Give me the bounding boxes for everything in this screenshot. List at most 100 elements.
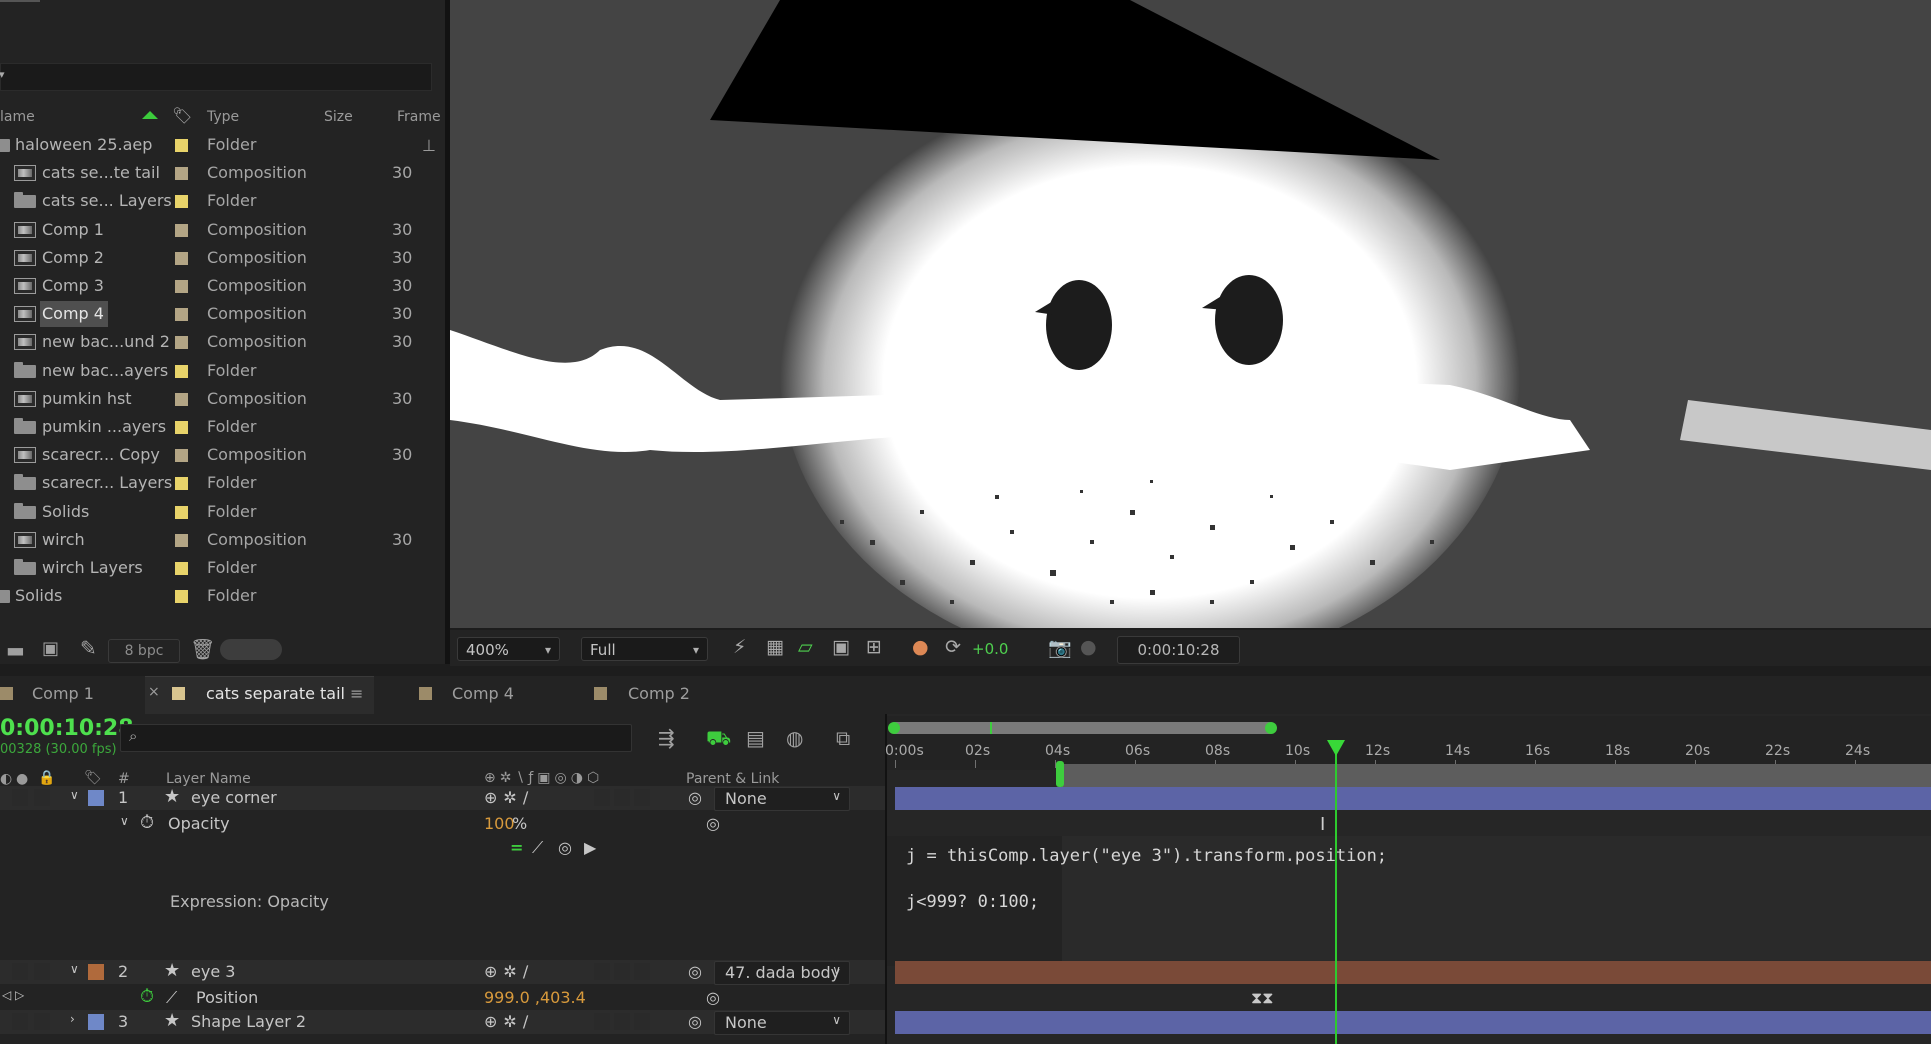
motion-blur-icon[interactable]: ◍ bbox=[786, 726, 803, 750]
label-color-swatch[interactable] bbox=[175, 449, 188, 463]
project-item[interactable]: wirch Composition 30 bbox=[0, 526, 415, 554]
position-value[interactable]: 999.0 ,403.4 bbox=[484, 988, 586, 1007]
project-item-name[interactable]: Solids bbox=[13, 583, 66, 609]
sort-ascending-icon[interactable] bbox=[142, 111, 158, 119]
project-item-name[interactable]: pumkin ...ayers bbox=[40, 414, 170, 440]
project-item-name[interactable]: pumkin hst bbox=[40, 386, 136, 412]
expression-line-2[interactable]: j<999? 0:100; bbox=[906, 892, 1039, 912]
resolution-dropdown[interactable]: Full ▾ bbox=[581, 637, 708, 661]
tab-menu-icon[interactable]: ≡ bbox=[350, 684, 363, 703]
grid-guides-icon[interactable]: ⊞ bbox=[866, 636, 882, 658]
pick-whip-icon[interactable]: ◎ bbox=[688, 788, 702, 807]
transparency-grid-icon[interactable]: ▦ bbox=[766, 636, 784, 658]
layer-switch-box[interactable] bbox=[614, 789, 630, 806]
label-color-swatch[interactable] bbox=[175, 336, 188, 350]
project-item[interactable]: Comp 2 Composition 30 bbox=[0, 244, 415, 272]
label-color-swatch[interactable] bbox=[175, 533, 188, 547]
layer-label-color[interactable] bbox=[88, 790, 104, 806]
label-color-swatch[interactable] bbox=[175, 505, 188, 519]
color-depth-button[interactable]: 8 bpc bbox=[108, 639, 180, 663]
zoom-dropdown[interactable]: 400% ▾ bbox=[457, 637, 560, 661]
chevron-down-icon[interactable]: ∨ bbox=[70, 962, 79, 976]
graph-icon[interactable]: ⟋ bbox=[166, 988, 177, 1008]
column-name[interactable]: lame bbox=[0, 109, 35, 125]
mask-path-icon[interactable]: ▱ bbox=[798, 636, 813, 658]
project-item[interactable]: scarecr... Layers Folder bbox=[0, 469, 415, 497]
layer-3-duration-bar[interactable] bbox=[895, 1011, 1931, 1034]
layer-search-input[interactable]: ⌕ bbox=[120, 724, 632, 752]
project-item[interactable]: Solids Folder bbox=[0, 582, 415, 610]
channels-icon[interactable]: ● bbox=[912, 636, 929, 658]
label-color-swatch[interactable] bbox=[175, 139, 188, 152]
work-area-range[interactable] bbox=[1056, 761, 1931, 790]
project-item-name[interactable]: Comp 3 bbox=[40, 273, 108, 299]
work-area-bar[interactable] bbox=[888, 722, 1277, 734]
current-time-indicator-line[interactable] bbox=[1335, 750, 1337, 1044]
enable-expression-icon[interactable]: = bbox=[510, 838, 523, 857]
layer-label-color[interactable] bbox=[88, 1014, 104, 1030]
layer-label-color[interactable] bbox=[88, 964, 104, 980]
layer-name[interactable]: eye corner bbox=[191, 788, 277, 807]
parent-dropdown[interactable]: None ∨ bbox=[714, 1011, 850, 1035]
trash-icon[interactable]: 🗑 bbox=[190, 637, 215, 661]
project-item-name[interactable]: cats se... Layers bbox=[40, 188, 176, 214]
project-item[interactable]: pumkin ...ayers Folder bbox=[0, 413, 415, 441]
video-switch-icon[interactable]: ◐ bbox=[0, 771, 12, 787]
project-item[interactable]: new bac...ayers Folder bbox=[0, 357, 415, 385]
label-color-swatch[interactable] bbox=[175, 392, 188, 406]
flowchart-icon[interactable]: ⊥ bbox=[422, 136, 436, 155]
draft-3d-icon[interactable]: ⛟ bbox=[706, 726, 731, 753]
project-scroll-pill[interactable] bbox=[220, 639, 282, 660]
project-item[interactable]: Solids Folder bbox=[0, 498, 415, 526]
label-color-swatch[interactable] bbox=[175, 590, 188, 604]
reset-exposure-icon[interactable]: ⟳ bbox=[945, 636, 961, 658]
opacity-value[interactable]: 100 bbox=[484, 814, 515, 833]
column-parent-link[interactable]: Parent & Link bbox=[686, 771, 779, 787]
expression-pick-whip-icon[interactable]: ◎ bbox=[558, 838, 572, 857]
column-layer-name[interactable]: Layer Name bbox=[166, 771, 251, 787]
tab-comp-2[interactable]: Comp 2 bbox=[628, 684, 690, 703]
pick-whip-icon[interactable]: ◎ bbox=[688, 962, 702, 981]
project-item-name[interactable]: Comp 2 bbox=[40, 245, 108, 271]
layer-switches[interactable]: ⊕✲∕ bbox=[484, 788, 534, 807]
label-color-swatch[interactable] bbox=[175, 477, 188, 491]
keyframe-nav-icon[interactable]: ◁ ▷ bbox=[2, 988, 24, 1002]
layer-switch-box[interactable] bbox=[634, 1013, 650, 1030]
project-item-name[interactable]: wirch bbox=[40, 527, 89, 553]
layer-switch-box[interactable] bbox=[594, 963, 610, 980]
project-item[interactable]: wirch Layers Folder bbox=[0, 554, 415, 582]
layer-switches[interactable]: ⊕✲∕ bbox=[484, 962, 534, 981]
label-color-swatch[interactable] bbox=[175, 280, 188, 293]
label-color-swatch[interactable] bbox=[175, 421, 188, 434]
search-dropdown-icon[interactable]: ▾ bbox=[0, 68, 5, 81]
tab-comp-1[interactable]: Comp 1 bbox=[32, 684, 94, 703]
layer-switch-box[interactable] bbox=[634, 789, 650, 806]
timeline-timecode[interactable]: 0:00:10:28 bbox=[0, 716, 134, 741]
project-item[interactable]: pumkin hst Composition 30 bbox=[0, 385, 415, 413]
label-color-swatch[interactable] bbox=[175, 251, 188, 265]
label-color-swatch[interactable] bbox=[175, 223, 188, 237]
fast-preview-icon[interactable]: ⚡ bbox=[733, 636, 746, 658]
composition-mini-flowchart-icon[interactable]: ⇶ bbox=[658, 726, 675, 750]
column-size[interactable]: Size bbox=[324, 109, 353, 125]
label-color-swatch[interactable] bbox=[175, 308, 188, 322]
project-item-name[interactable]: scarecr... Layers bbox=[40, 470, 176, 496]
new-folder-icon[interactable]: ▬ bbox=[6, 638, 25, 662]
layer-name[interactable]: eye 3 bbox=[191, 962, 235, 981]
property-row-opacity[interactable]: ∨ ⏱ Opacity 100 % ◎ bbox=[0, 812, 885, 836]
expression-graph-icon[interactable]: ⟋ bbox=[532, 838, 543, 858]
pick-whip-icon[interactable]: ◎ bbox=[688, 1012, 702, 1031]
layer-switch-box[interactable] bbox=[614, 963, 630, 980]
project-item[interactable]: Comp 3 Composition 30 bbox=[0, 272, 415, 300]
column-type[interactable]: Type bbox=[207, 109, 239, 125]
layer-name[interactable]: Shape Layer 2 bbox=[191, 1012, 306, 1031]
solo-icon[interactable]: ● bbox=[16, 771, 28, 787]
expression-line-1[interactable]: j = thisComp.layer("eye 3").transform.po… bbox=[906, 846, 1387, 866]
project-item-name[interactable]: new bac...und 2 bbox=[40, 329, 174, 355]
parent-dropdown[interactable]: None ∨ bbox=[714, 787, 850, 811]
label-color-swatch[interactable] bbox=[175, 195, 188, 209]
label-color-swatch[interactable] bbox=[175, 167, 188, 181]
current-time-indicator-head[interactable] bbox=[1327, 740, 1345, 756]
frame-blending-icon[interactable]: ▤ bbox=[746, 726, 765, 750]
work-area-start-handle[interactable] bbox=[888, 722, 900, 734]
